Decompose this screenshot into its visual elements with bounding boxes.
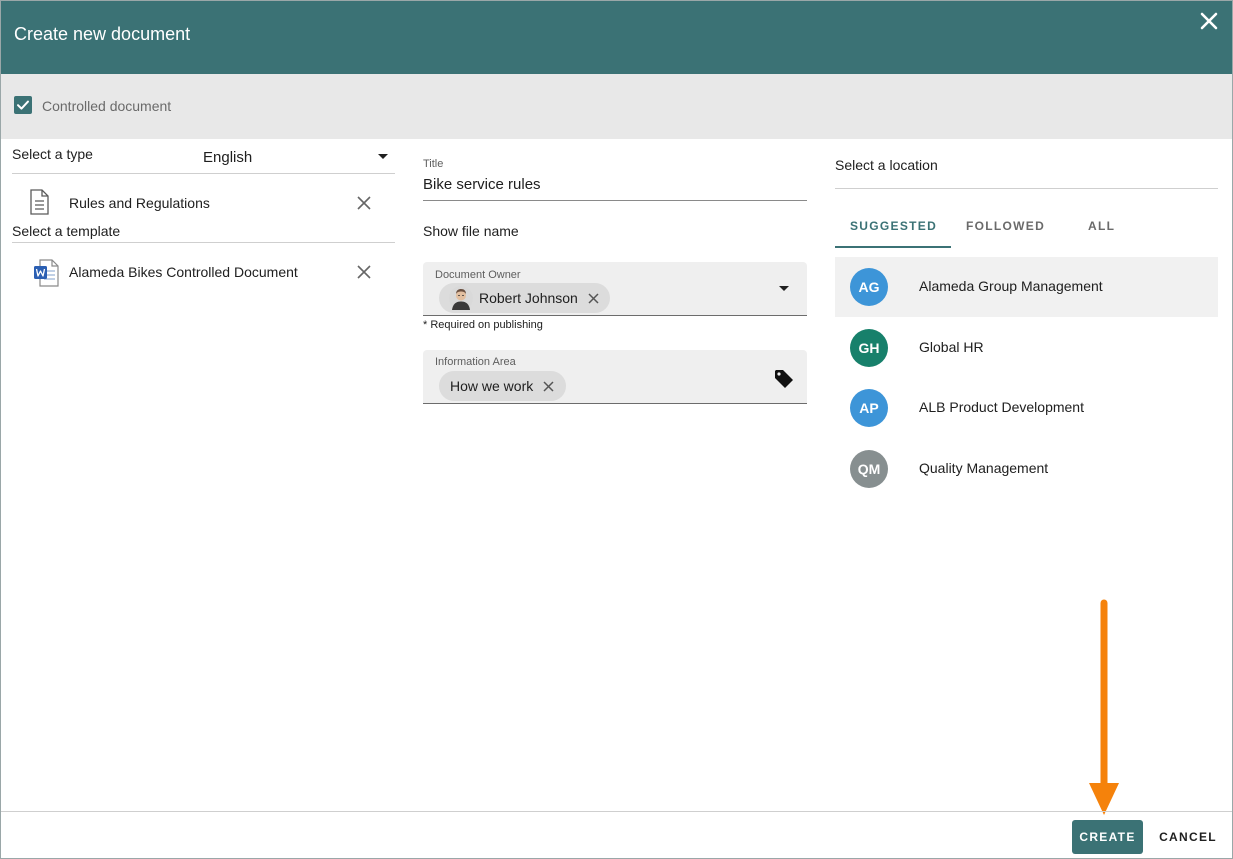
location-item[interactable]: AP ALB Product Development xyxy=(835,378,1218,438)
remove-info-area-icon[interactable] xyxy=(543,381,554,392)
controlled-document-label: Controlled document xyxy=(42,98,172,114)
owner-dropdown-icon xyxy=(779,286,789,291)
footer-divider xyxy=(1,811,1232,812)
avatar xyxy=(449,286,473,310)
location-item[interactable]: QM Quality Management xyxy=(835,439,1218,499)
location-item[interactable]: AG Alameda Group Management xyxy=(835,257,1218,317)
select-template-label: Select a template xyxy=(12,223,121,239)
language-value: English xyxy=(203,149,253,166)
controlled-document-bar xyxy=(1,74,1232,139)
tab-active-indicator xyxy=(835,246,951,248)
location-avatar: AP xyxy=(850,389,888,427)
check-icon xyxy=(17,100,29,110)
tab-all[interactable]: ALL xyxy=(1088,219,1115,233)
information-area-label: Information Area xyxy=(435,356,516,368)
remove-type-icon[interactable] xyxy=(357,196,371,210)
title-input[interactable]: Bike service rules xyxy=(423,175,807,201)
show-file-name-link[interactable]: Show file name xyxy=(423,223,519,239)
tab-followed[interactable]: FOLLOWED xyxy=(966,219,1045,233)
location-item[interactable]: GH Global HR xyxy=(835,318,1218,378)
template-value: Alameda Bikes Controlled Document xyxy=(69,264,298,280)
close-icon[interactable] xyxy=(1198,10,1220,32)
cancel-button[interactable]: CANCEL xyxy=(1152,820,1224,854)
template-divider xyxy=(12,242,395,243)
location-name: Alameda Group Management xyxy=(919,278,1103,294)
information-area-field[interactable]: Information Area How we work xyxy=(423,350,807,404)
type-divider xyxy=(12,173,395,174)
language-select[interactable]: English xyxy=(203,141,395,174)
dialog-header: Create new document xyxy=(1,1,1232,74)
select-type-label: Select a type xyxy=(12,146,93,162)
document-owner-label: Document Owner xyxy=(435,269,521,281)
owner-chip: Robert Johnson xyxy=(439,283,610,313)
title-field-label: Title xyxy=(423,158,444,170)
create-document-dialog: Create new document Controlled document … xyxy=(0,0,1233,859)
type-value: Rules and Regulations xyxy=(69,195,210,211)
dialog-title: Create new document xyxy=(14,24,191,44)
location-name: Quality Management xyxy=(919,460,1049,476)
word-icon xyxy=(34,259,59,287)
title-value: Bike service rules xyxy=(423,176,541,193)
location-avatar: QM xyxy=(850,450,888,488)
document-owner-field[interactable]: Document Owner Robert Johnson xyxy=(423,262,807,316)
remove-template-icon[interactable] xyxy=(357,265,371,279)
location-name: Global HR xyxy=(919,339,984,355)
location-name: ALB Product Development xyxy=(919,399,1084,415)
location-avatar: AG xyxy=(850,268,888,306)
owner-name: Robert Johnson xyxy=(479,290,578,306)
create-button[interactable]: CREATE xyxy=(1072,820,1143,854)
info-area-value: How we work xyxy=(450,378,534,394)
required-note: * Required on publishing xyxy=(423,319,543,331)
remove-owner-icon[interactable] xyxy=(588,293,599,304)
controlled-document-checkbox[interactable] xyxy=(14,96,32,114)
select-location-label: Select a location xyxy=(835,157,938,173)
location-divider xyxy=(835,188,1218,189)
location-avatar: GH xyxy=(850,329,888,367)
tab-suggested[interactable]: SUGGESTED xyxy=(850,219,937,233)
info-area-chip: How we work xyxy=(439,371,566,401)
tag-icon[interactable] xyxy=(774,369,794,389)
dropdown-arrow-icon xyxy=(378,154,388,159)
document-icon xyxy=(30,189,49,215)
arrow-down-icon xyxy=(1089,599,1119,815)
